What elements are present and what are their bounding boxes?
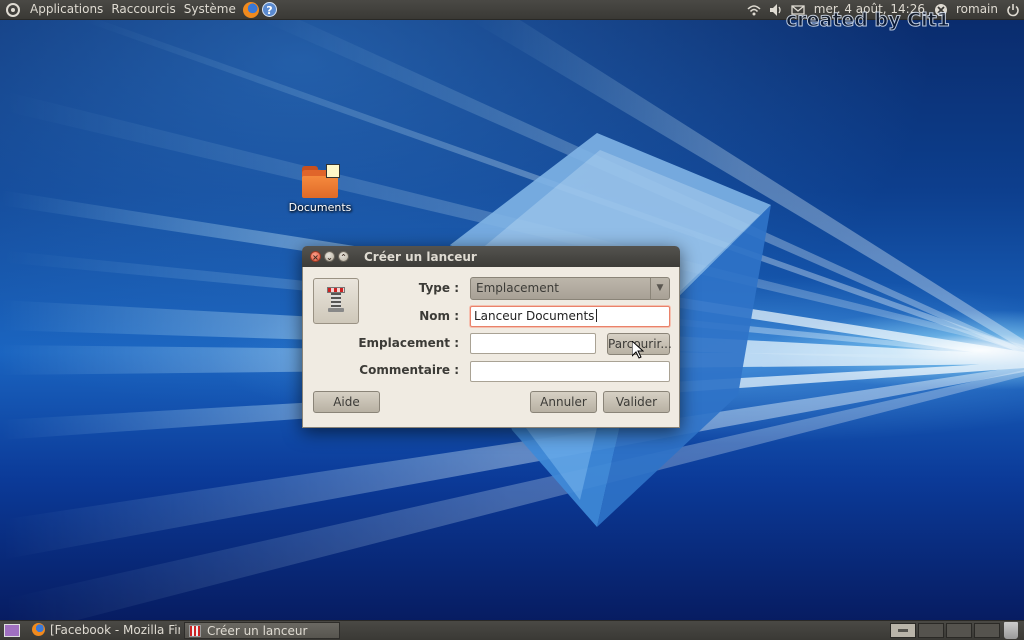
- cancel-button[interactable]: Annuler: [530, 391, 597, 413]
- workspace-4[interactable]: [974, 623, 1000, 638]
- workspace-3[interactable]: [946, 623, 972, 638]
- user-menu[interactable]: romain: [952, 0, 1002, 19]
- launcher-icon-button[interactable]: [313, 278, 359, 324]
- workspace-2[interactable]: [918, 623, 944, 638]
- dialog-body: Type : Emplacement ▼ Nom : Lanceur Docum…: [302, 267, 680, 428]
- maximize-icon[interactable]: ⌃: [338, 251, 349, 262]
- menu-systeme[interactable]: Système: [180, 0, 240, 19]
- taskbar-item-firefox[interactable]: [Facebook - Mozilla Fir...: [28, 622, 180, 639]
- create-launcher-dialog: × ⌄ ⌃ Créer un lanceur Type : Emplacemen…: [302, 246, 680, 428]
- name-field-value: Lanceur Documents: [474, 309, 595, 323]
- volume-icon[interactable]: [768, 2, 784, 18]
- chevron-down-icon: ▼: [650, 278, 669, 299]
- help-button[interactable]: Aide: [313, 391, 380, 413]
- type-label: Type :: [418, 281, 459, 295]
- close-icon[interactable]: ×: [310, 251, 321, 262]
- workspace-1[interactable]: [890, 623, 916, 638]
- ubuntu-logo-icon[interactable]: [6, 2, 20, 17]
- power-icon[interactable]: [1005, 2, 1021, 18]
- firefox-icon[interactable]: [242, 1, 259, 18]
- taskbar-item-label: [Facebook - Mozilla Fir...: [50, 623, 180, 637]
- type-dropdown-value: Emplacement: [476, 281, 559, 295]
- wifi-icon[interactable]: [746, 2, 762, 18]
- help-icon[interactable]: ?: [261, 2, 277, 17]
- menu-applications[interactable]: Applications: [26, 0, 107, 19]
- show-desktop-icon[interactable]: [4, 624, 20, 637]
- dialog-titlebar[interactable]: × ⌄ ⌃ Créer un lanceur: [302, 246, 680, 267]
- name-label: Nom :: [419, 309, 459, 323]
- folder-icon: [302, 164, 340, 198]
- bottom-panel: [Facebook - Mozilla Fir... Créer un lanc…: [0, 620, 1024, 640]
- dialog-title: Créer un lanceur: [364, 249, 477, 264]
- validate-button[interactable]: Valider: [603, 391, 670, 413]
- desktop-icon-documents[interactable]: Documents: [284, 164, 356, 214]
- mouse-pointer-icon: [632, 341, 644, 359]
- minimize-icon[interactable]: ⌄: [324, 251, 335, 262]
- location-label: Emplacement :: [358, 336, 459, 350]
- taskbar-item-launcher[interactable]: Créer un lanceur: [184, 622, 340, 639]
- taskbar-item-label: Créer un lanceur: [207, 624, 308, 638]
- firefox-icon: [32, 623, 45, 636]
- trash-icon[interactable]: [1004, 622, 1018, 639]
- desktop-icon-label: Documents: [288, 201, 352, 214]
- launcher-icon: [189, 625, 201, 637]
- name-field[interactable]: Lanceur Documents: [470, 306, 670, 327]
- comment-label: Commentaire :: [359, 363, 459, 377]
- launcher-spring-icon: [327, 287, 345, 312]
- wallpaper-watermark: created by Cit1: [786, 9, 951, 32]
- menu-raccourcis[interactable]: Raccourcis: [107, 0, 179, 19]
- location-field[interactable]: [470, 333, 596, 354]
- comment-field[interactable]: [470, 361, 670, 382]
- type-dropdown[interactable]: Emplacement ▼: [470, 277, 670, 300]
